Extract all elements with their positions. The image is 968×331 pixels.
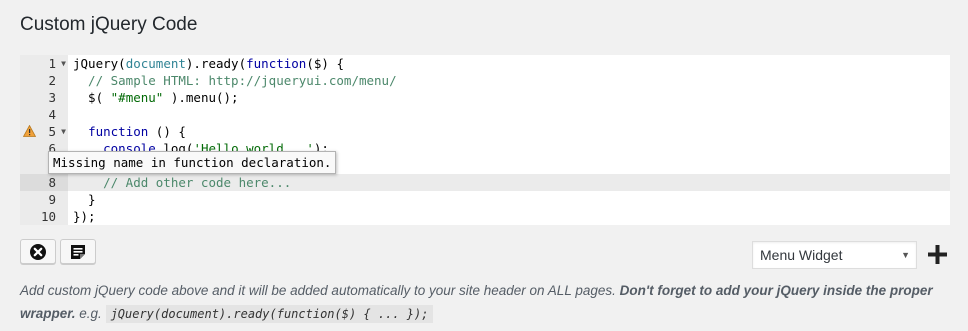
line-number: 5 ▼ [20,123,68,140]
plus-icon [927,244,947,264]
code-text: // Add other code here... [73,175,292,190]
code-text: } [73,192,96,207]
warning-triangle-icon [23,125,36,137]
code-line[interactable]: 1 ▼ jQuery(document).ready(function($) { [20,55,950,72]
line-number-text: 1 [48,56,56,71]
fold-arrow-icon[interactable]: ▼ [61,55,66,72]
code-text: }); [73,209,96,224]
line-number: 2 [48,73,56,88]
code-line-active[interactable]: 8 // Add other code here... [20,174,950,191]
code-line[interactable]: 3 $( "#menu" ).menu(); [20,89,950,106]
line-number: 4 [48,107,56,122]
code-line[interactable]: 9 } [20,191,950,208]
chevron-down-icon: ▼ [901,250,910,260]
close-circle-icon [30,243,46,260]
code-editor[interactable]: 1 ▼ jQuery(document).ready(function($) {… [20,55,950,225]
code-text: // Sample HTML: http://jqueryui.com/menu… [73,73,397,88]
clear-code-button[interactable] [20,239,56,264]
line-number: 9 [48,192,56,207]
insert-snippet-button[interactable] [60,239,96,264]
line-number: 3 [48,90,56,105]
help-code-sample: jQuery(document).ready(function($) { ...… [105,305,434,323]
code-line[interactable]: 10 }); [20,208,950,225]
line-number: 1 ▼ [20,55,68,72]
notes-icon [71,244,85,259]
snippet-select[interactable]: Menu Widget ▼ [752,241,917,269]
code-line[interactable]: 4 [20,106,950,123]
snippet-select-value: Menu Widget [760,247,843,263]
line-number: 10 [40,209,56,224]
fold-arrow-icon[interactable]: ▼ [61,123,66,140]
code-line[interactable]: 5 ▼ function () { [20,123,950,140]
help-text: Add custom jQuery code above and it will… [20,283,933,323]
code-line[interactable]: 2 // Sample HTML: http://jqueryui.com/me… [20,72,950,89]
line-number: 8 [20,174,68,191]
code-text: $( "#menu" ).menu(); [73,90,239,105]
lint-tooltip: Missing name in function declaration. [48,151,337,174]
page-title: Custom jQuery Code [20,14,198,35]
add-snippet-button[interactable] [927,242,947,266]
code-text: function () { [88,124,186,139]
code-text: jQuery(document).ready(function($) { [73,56,344,71]
